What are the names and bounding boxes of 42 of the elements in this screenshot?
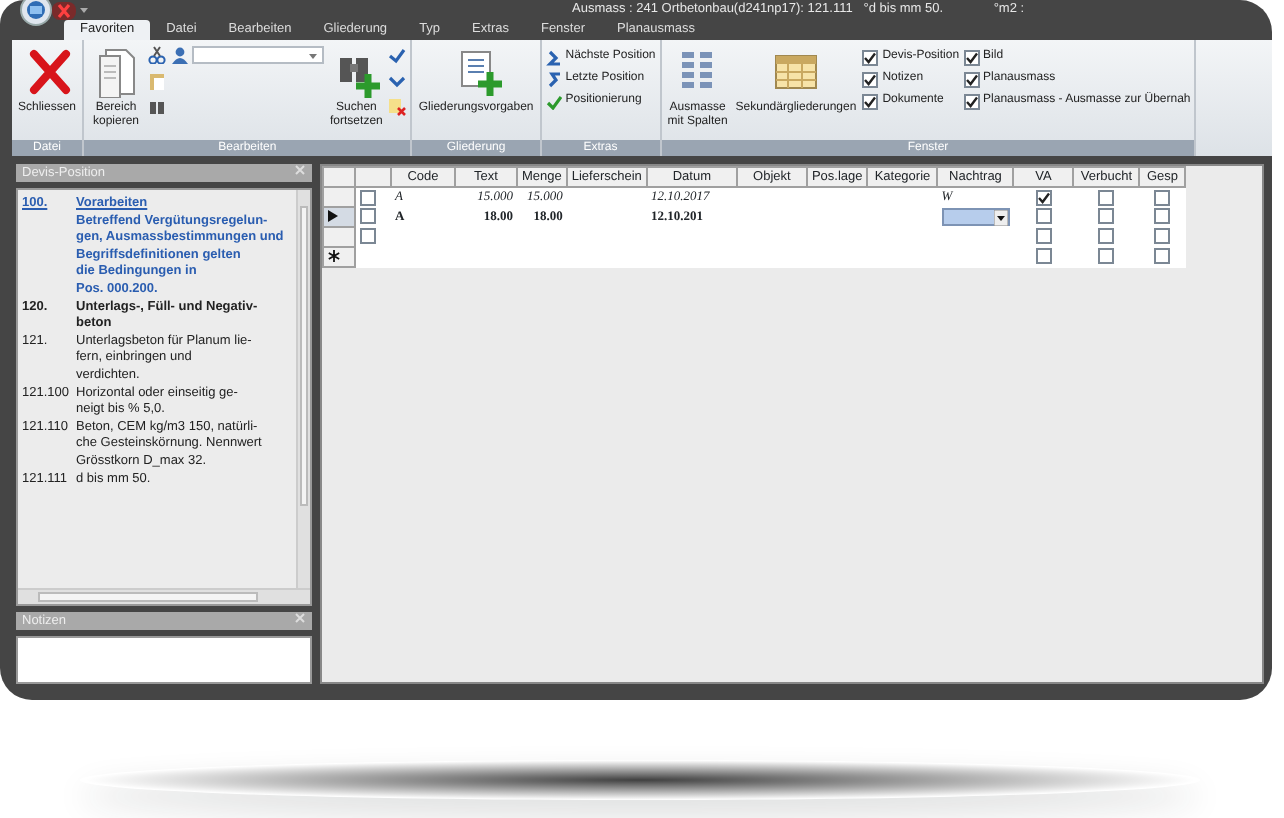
chevron-down-icon[interactable] (388, 72, 407, 90)
user-icon[interactable] (170, 46, 189, 64)
checkbox[interactable] (1098, 248, 1115, 265)
checkbox[interactable] (1154, 208, 1171, 225)
checkbox[interactable] (963, 93, 980, 109)
checkbox[interactable] (1154, 248, 1171, 265)
row-checkbox[interactable] (360, 189, 376, 206)
check-icon (545, 93, 562, 109)
checkbox[interactable] (1035, 208, 1052, 225)
checkbox[interactable] (1035, 189, 1052, 206)
combo-field[interactable] (192, 46, 325, 64)
checkbox[interactable] (1098, 208, 1115, 225)
checkbox[interactable] (862, 93, 879, 109)
row-header[interactable] (323, 207, 355, 227)
scissors-icon[interactable] (148, 46, 167, 64)
notes-field[interactable] (16, 636, 312, 684)
checkbox[interactable] (963, 71, 980, 87)
check-icon[interactable] (388, 46, 407, 64)
clipboard-icon[interactable] (148, 72, 167, 90)
eraser-icon[interactable] (388, 98, 407, 116)
checkbox[interactable] (1035, 228, 1052, 245)
checkbox[interactable] (1154, 228, 1171, 245)
dropdown-caret-icon[interactable] (76, 4, 92, 16)
asterisk-icon (328, 250, 340, 263)
checkbox[interactable] (1035, 248, 1052, 265)
checkbox[interactable] (1098, 228, 1115, 245)
horizontal-scrollbar[interactable] (18, 588, 310, 604)
close-icon[interactable] (52, 1, 76, 19)
app-orb-icon[interactable] (20, 0, 52, 26)
checkbox[interactable] (1098, 189, 1115, 206)
row-checkbox[interactable] (360, 228, 376, 245)
dropdown-field[interactable] (941, 208, 1010, 226)
vertical-scrollbar[interactable] (296, 190, 310, 588)
row-header[interactable] (323, 247, 355, 267)
caret-icon (993, 210, 1008, 226)
checkbox[interactable] (862, 71, 879, 87)
row-pointer-icon (328, 210, 338, 223)
checkbox[interactable] (963, 49, 980, 65)
checkbox[interactable] (862, 49, 879, 65)
checkbox[interactable] (1154, 189, 1171, 206)
caret-icon (308, 52, 319, 60)
row-checkbox[interactable] (360, 208, 376, 225)
